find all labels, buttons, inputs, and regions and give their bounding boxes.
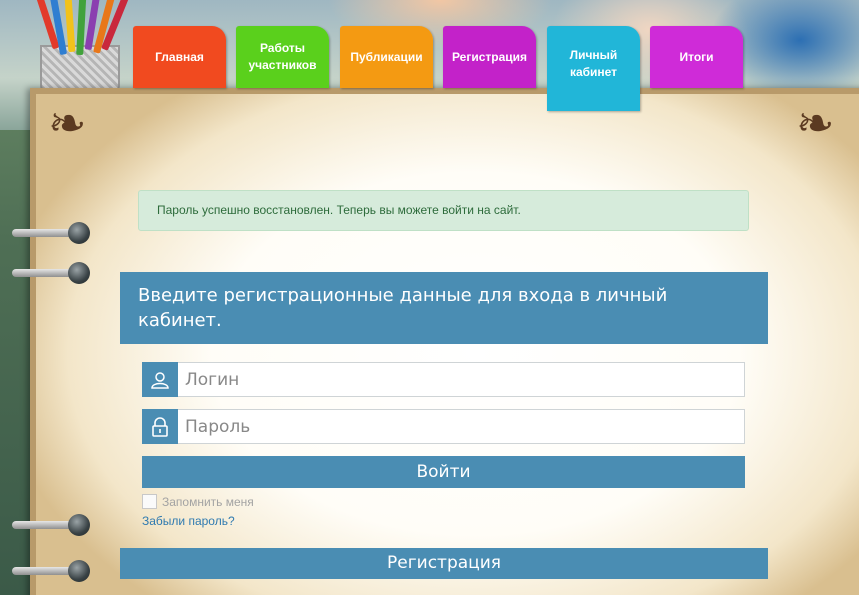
tab-publications[interactable]: Публикации	[340, 26, 433, 88]
forgot-password-label: Забыли пароль?	[142, 514, 235, 528]
login-heading: Введите регистрационные данные для входа…	[120, 272, 768, 344]
binder-ring	[12, 262, 90, 284]
success-alert-text: Пароль успешно восстановлен. Теперь вы м…	[157, 203, 521, 217]
lock-icon	[142, 409, 178, 444]
password-input[interactable]	[185, 414, 735, 439]
user-icon	[142, 362, 178, 397]
tab-personal-account[interactable]: Личный кабинет	[547, 26, 640, 111]
password-field	[142, 409, 745, 444]
remember-me: Запомнить меня	[142, 494, 254, 509]
tab-registration-label: Регистрация	[451, 49, 528, 64]
forgot-password-link[interactable]: Забыли пароль?	[142, 514, 235, 528]
binder-ring	[12, 222, 90, 244]
register-button[interactable]: Регистрация	[120, 548, 768, 579]
corner-ornament-left: ❧	[48, 96, 87, 150]
binder-ring	[12, 560, 90, 582]
tab-home-label: Главная	[155, 49, 204, 64]
success-alert: Пароль успешно восстановлен. Теперь вы м…	[138, 190, 749, 231]
login-input[interactable]	[185, 367, 735, 392]
corner-ornament-right: ❧	[796, 96, 835, 150]
pencils-image	[31, 0, 140, 60]
login-field	[142, 362, 745, 397]
login-button-label: Войти	[416, 462, 471, 482]
binder-ring	[12, 514, 90, 536]
tab-participant-works-label: Работы участников	[248, 41, 317, 72]
login-button[interactable]: Войти	[142, 456, 745, 488]
remember-me-label: Запомнить меня	[162, 494, 254, 509]
tab-participant-works[interactable]: Работы участников	[236, 26, 329, 88]
login-heading-text: Введите регистрационные данные для входа…	[138, 285, 668, 331]
remember-me-checkbox[interactable]	[142, 494, 157, 509]
register-button-label: Регистрация	[387, 553, 501, 573]
tab-home[interactable]: Главная	[133, 26, 226, 88]
tab-publications-label: Публикации	[350, 49, 423, 64]
tab-results-label: Итоги	[679, 49, 714, 64]
tab-results[interactable]: Итоги	[650, 26, 743, 88]
tab-personal-account-label: Личный кабинет	[569, 48, 618, 79]
tab-registration[interactable]: Регистрация	[443, 26, 536, 88]
